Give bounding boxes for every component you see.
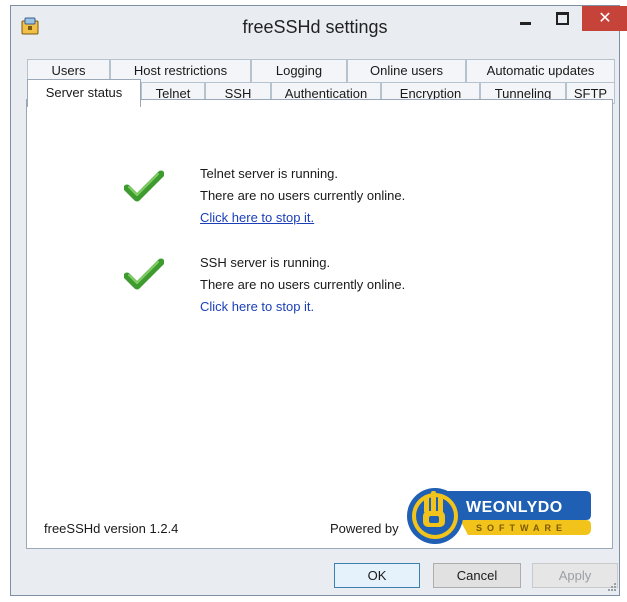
logo-wordmark: WEONLYDO <box>466 499 563 516</box>
resize-grip-icon[interactable] <box>607 582 617 592</box>
close-icon: ✕ <box>598 10 612 27</box>
ssh-users-text: There are no users currently online. <box>200 277 406 292</box>
minimize-button[interactable] <box>508 6 542 30</box>
tab-logging[interactable]: Logging <box>251 59 347 82</box>
tab-automatic-updates[interactable]: Automatic updates <box>466 59 615 82</box>
telnet-stop-link[interactable]: Click here to stop it. <box>200 210 314 225</box>
title-bar[interactable]: freeSSHd settings ✕ <box>11 6 627 46</box>
telnet-status-text: Telnet server is running. <box>200 166 339 181</box>
ssh-status-text: SSH server is running. <box>200 255 331 270</box>
telnet-users-text: There are no users currently online. <box>200 188 406 203</box>
version-label: freeSSHd version 1.2.4 <box>44 521 179 536</box>
cancel-button[interactable]: Cancel <box>433 563 521 588</box>
tab-server-status[interactable]: Server status <box>27 79 141 107</box>
maximize-icon <box>556 12 569 25</box>
check-icon <box>124 170 164 202</box>
logo-subtitle: SOFTWARE <box>476 523 567 533</box>
apply-button[interactable]: Apply <box>532 563 618 588</box>
maximize-button[interactable] <box>545 6 579 30</box>
tab-online-users[interactable]: Online users <box>347 59 466 82</box>
powered-by-label: Powered by <box>330 521 399 536</box>
ok-button[interactable]: OK <box>334 563 420 588</box>
minimize-icon <box>520 22 531 25</box>
ssh-stop-link[interactable]: Click here to stop it. <box>200 299 314 314</box>
weonlydo-logo[interactable]: WEONLYDO SOFTWARE <box>402 485 592 547</box>
close-button[interactable]: ✕ <box>582 6 627 31</box>
check-icon <box>124 258 164 290</box>
